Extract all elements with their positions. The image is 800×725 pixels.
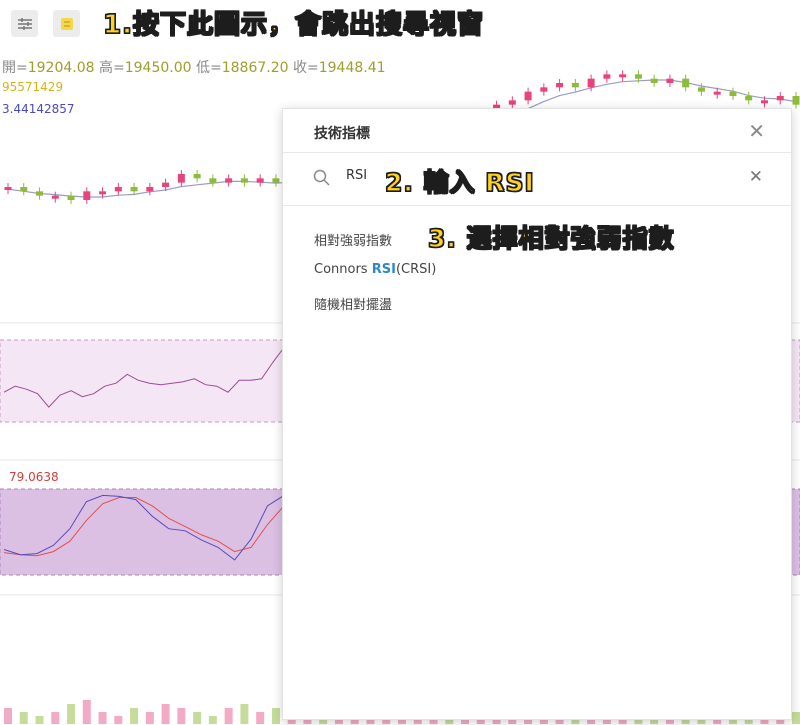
candle [36,191,44,196]
candle [146,187,154,192]
indicator-icon [60,17,73,30]
candle [51,195,59,199]
high-value: 19450.00 [124,60,192,76]
close-value: 19448.41 [318,60,386,76]
annotation-step1: 1.按下此圖示，會跳出搜尋視窗 [102,9,484,40]
candle [713,91,721,95]
low-value: 18867.20 [221,60,289,76]
result-item[interactable]: Connors RSI(CRSI) [314,262,436,277]
candle [114,187,122,192]
volume-bar [161,704,170,724]
volume-bar [224,708,233,724]
indicator-search-dialog: 技術指標 ✕ ✕ 相對強弱指數 Connors RSI(CRSI) 隨機相對擺盪 [282,108,792,720]
candle [603,74,611,79]
volume-bar [82,700,91,724]
high-label: 高= [99,60,125,76]
open-value: 19204.08 [27,60,95,76]
candle [130,187,138,192]
volume-bar [193,712,202,724]
candle [776,96,784,101]
ma-value-1: 95571429 [2,80,64,94]
candle [524,91,532,101]
close-icon: ✕ [748,119,765,143]
volume-bar [240,704,249,724]
dialog-title: 技術指標 [314,126,370,142]
candle [162,182,170,187]
candle [193,174,201,179]
candle [729,91,737,96]
volume-bar [792,712,800,724]
volume-bar [67,704,76,724]
candle [682,78,690,88]
candle [650,78,658,83]
candle [792,96,800,105]
volume-bar [271,708,280,724]
candle [67,195,75,200]
volume-bar [4,708,12,724]
indicator-button[interactable] [53,10,80,37]
search-clear-button[interactable]: ✕ [749,167,763,187]
candle [209,178,217,183]
candle [745,96,753,101]
candle [508,100,516,105]
candle [571,83,579,88]
clear-icon: ✕ [748,167,763,187]
search-row: ✕ [283,152,791,206]
candle [619,74,627,78]
candle [634,74,642,79]
result-item[interactable]: 隨機相對擺盪 [314,294,392,313]
candle [556,83,564,88]
dialog-close-button[interactable]: ✕ [748,119,765,143]
annotation-step3: 3. 選擇相對強弱指數 [427,223,675,253]
settings-button[interactable] [11,10,38,37]
candle [83,191,91,200]
search-icon [313,169,330,186]
volume-bar [256,712,265,724]
kd-value: 79.0638 [9,470,59,484]
close-label: 收= [293,60,319,76]
ohlc-readout: 開=19204.08 高=19450.00 低=18867.20 收=19448… [2,57,386,77]
volume-bar [35,716,44,724]
result-item[interactable]: 相對強弱指數 [314,230,392,249]
volume-bar [51,712,60,724]
annotation-step2: 2. 輸入 RSI [384,167,535,197]
volume-bar [114,716,123,724]
candle [225,178,233,183]
candle [666,78,674,83]
candle [256,178,264,183]
candle [697,87,705,92]
candle [99,191,107,195]
candle [540,87,548,92]
volume-bar [145,712,154,724]
low-label: 低= [196,60,222,76]
candle [20,187,28,192]
volume-bar [177,708,186,724]
candle [177,174,185,183]
candle [272,178,280,183]
candle [587,78,595,88]
volume-bar [130,708,139,724]
candle [760,100,768,104]
candle [4,187,12,190]
sliders-icon [17,17,32,30]
volume-bar [19,712,28,724]
open-label: 開= [2,60,28,76]
volume-bar [98,712,107,724]
candle [240,178,248,183]
volume-bar [208,716,217,724]
ma-value-2: 3.44142857 [2,102,75,116]
